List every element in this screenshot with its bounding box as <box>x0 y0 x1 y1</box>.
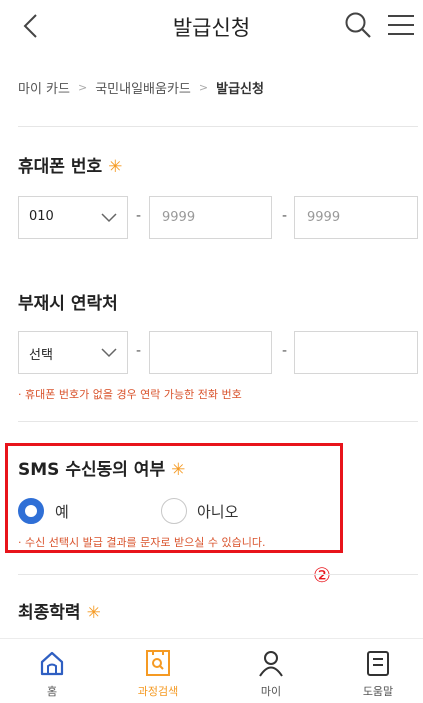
sms-consent-label-text: SMS 수신동의 여부 <box>18 460 166 480</box>
required-mark: ✳ <box>171 460 186 480</box>
divider <box>18 421 418 422</box>
bottom-tab-bar: 홈 과정검색 마이 도움말 <box>0 638 423 703</box>
phone-dash: - <box>282 208 288 224</box>
chevron-down-icon <box>101 348 117 358</box>
sms-consent-yes-label[interactable]: 예 <box>55 501 69 522</box>
sms-consent-label: SMS 수신동의 여부 ✳ <box>18 455 185 480</box>
chevron-down-icon <box>101 213 117 223</box>
search-icon[interactable] <box>343 10 373 40</box>
breadcrumb: 마이 카드 > 국민내일배움카드 > 발급신청 <box>18 78 264 97</box>
home-icon <box>40 651 64 676</box>
alt-contact-part2-input[interactable] <box>149 331 272 374</box>
sms-consent-hint: · 수신 선택시 발급 결과를 문자로 받으실 수 있습니다. <box>18 536 266 549</box>
phone-prefix-value: 010 <box>29 209 54 224</box>
book-icon <box>367 651 389 676</box>
person-icon <box>259 651 283 677</box>
alt-contact-hint: · 휴대폰 번호가 없을 경우 연락 가능한 전화 번호 <box>18 388 242 401</box>
chevron-right-icon: > <box>77 81 88 94</box>
alt-contact-dash: - <box>136 343 142 359</box>
tab-help-label: 도움말 <box>362 685 394 698</box>
tab-my-label: 마이 <box>260 685 282 698</box>
education-label: 최종학력 ✳ <box>18 598 101 623</box>
alt-contact-dash: - <box>282 343 288 359</box>
phone-label: 휴대폰 번호 ✳ <box>18 152 122 177</box>
required-mark: ✳ <box>108 157 123 177</box>
breadcrumb-item-card[interactable]: 국민내일배움카드 <box>95 78 191 97</box>
required-mark: ✳ <box>86 603 101 623</box>
app-header: 발급신청 <box>0 0 423 52</box>
phone-prefix-select[interactable]: 010 <box>18 196 128 239</box>
chevron-right-icon: > <box>198 81 209 94</box>
education-label-text: 최종학력 <box>18 603 81 623</box>
tab-course-search[interactable]: 과정검색 <box>113 639 203 703</box>
breadcrumb-item-my-card[interactable]: 마이 카드 <box>18 78 70 97</box>
tab-home-label: 홈 <box>46 685 58 698</box>
tab-course-search-label: 과정검색 <box>137 685 179 698</box>
breadcrumb-item-current: 발급신청 <box>216 82 264 97</box>
alt-contact-part3-input[interactable] <box>294 331 418 374</box>
sms-consent-no-label[interactable]: 아니오 <box>197 501 238 522</box>
tab-my[interactable]: 마이 <box>226 639 316 703</box>
tab-home[interactable]: 홈 <box>7 639 97 703</box>
annotation-number: ② <box>313 563 331 587</box>
divider <box>18 126 418 127</box>
phone-label-text: 휴대폰 번호 <box>18 157 103 177</box>
phone-dash: - <box>136 208 142 224</box>
phone-part2-input[interactable]: 9999 <box>149 196 272 239</box>
course-search-icon <box>146 650 170 676</box>
alt-contact-label: 부재시 연락처 <box>18 294 118 314</box>
sms-consent-no-radio[interactable] <box>161 498 187 524</box>
alt-contact-select-value: 선택 <box>29 348 53 363</box>
hamburger-menu-icon[interactable] <box>386 10 416 40</box>
tab-help[interactable]: 도움말 <box>333 639 423 703</box>
sms-consent-yes-radio[interactable] <box>18 498 44 524</box>
divider <box>18 574 418 575</box>
alt-contact-prefix-select[interactable]: 선택 <box>18 331 128 374</box>
phone-part3-input[interactable]: 9999 <box>294 196 418 239</box>
